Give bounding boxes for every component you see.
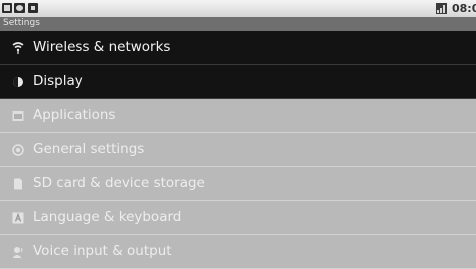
settings-screen: 08:0 Settings Wireless & networks Displa… [0,0,476,269]
applications-icon [12,111,24,121]
title-bar: Settings [0,17,476,31]
page-title: Settings [3,18,40,28]
settings-item-applications[interactable]: Applications [0,99,476,133]
settings-item-wireless-networks[interactable]: Wireless & networks [0,31,476,65]
settings-list: Wireless & networks Display Applications… [0,31,476,269]
display-icon [13,77,23,87]
gear-icon [12,144,24,156]
status-bar: 08:0 [0,0,476,17]
settings-item-sd-card-storage[interactable]: SD card & device storage [0,167,476,201]
settings-item-language-keyboard[interactable]: Language & keyboard [0,201,476,235]
settings-item-display[interactable]: Display [0,65,476,99]
wifi-icon [12,42,24,54]
settings-item-label: Language & keyboard [33,209,182,225]
settings-item-label: Voice input & output [33,243,172,259]
voice-icon [12,247,23,258]
usb-debug-icon [14,3,25,13]
settings-item-general-settings[interactable]: General settings [0,133,476,167]
settings-item-label: SD card & device storage [33,175,205,191]
sd-card-icon [14,178,22,190]
notification-icon [2,3,12,13]
settings-item-label: Applications [33,107,116,123]
signal-icon [436,3,447,14]
settings-item-label: Display [33,73,83,89]
settings-item-voice-input-output[interactable]: Voice input & output [0,235,476,269]
keyboard-icon [12,212,24,224]
status-clock: 08:0 [452,2,476,15]
download-icon [28,3,38,13]
settings-item-label: General settings [33,141,145,157]
settings-item-label: Wireless & networks [33,39,171,55]
